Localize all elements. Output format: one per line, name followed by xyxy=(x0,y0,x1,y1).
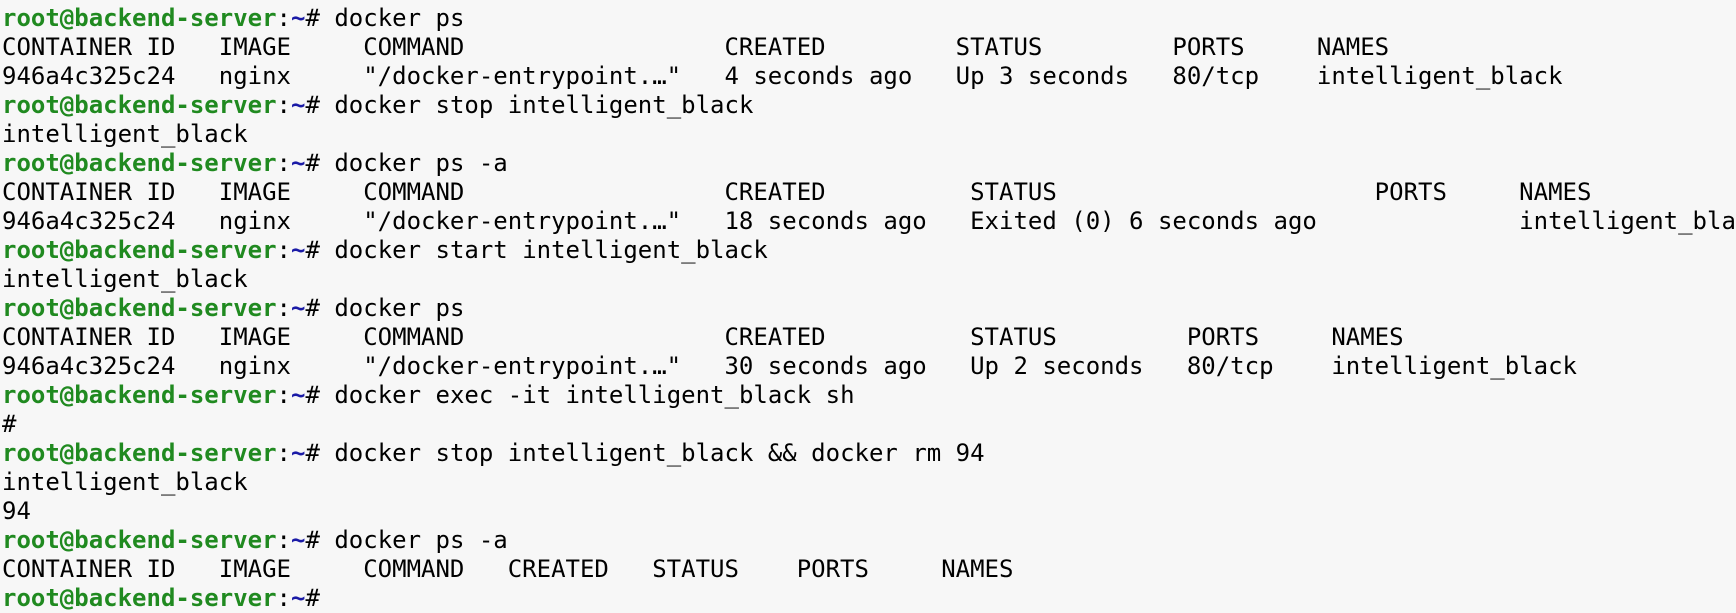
output-text: CONTAINER ID IMAGE COMMAND CREATED STATU… xyxy=(2,33,1390,61)
prompt-user-host: root@backend-server xyxy=(2,4,277,32)
prompt-symbol: # xyxy=(305,584,335,612)
prompt-user-host: root@backend-server xyxy=(2,439,277,467)
output-text: CONTAINER ID IMAGE COMMAND CREATED STATU… xyxy=(2,555,1014,583)
command-text: docker stop intelligent_black xyxy=(334,91,754,119)
prompt-symbol: # xyxy=(305,526,335,554)
prompt-separator: : xyxy=(276,526,291,554)
output-line: CONTAINER ID IMAGE COMMAND CREATED STATU… xyxy=(2,323,1736,352)
prompt-separator: : xyxy=(276,149,291,177)
prompt-path: ~ xyxy=(291,4,306,32)
output-text: intelligent_black xyxy=(2,468,248,496)
command-text: docker start intelligent_black xyxy=(334,236,768,264)
prompt-line: root@backend-server:~# docker ps xyxy=(2,4,1736,33)
output-text: 946a4c325c24 nginx "/docker-entrypoint.…… xyxy=(2,352,1577,380)
prompt-symbol: # xyxy=(305,236,335,264)
prompt-user-host: root@backend-server xyxy=(2,236,277,264)
prompt-line: root@backend-server:~# docker exec -it i… xyxy=(2,381,1736,410)
prompt-line: root@backend-server:~# docker ps -a xyxy=(2,149,1736,178)
command-text: docker exec -it intelligent_black sh xyxy=(334,381,855,409)
prompt-symbol: # xyxy=(305,91,335,119)
prompt-line: root@backend-server:~# docker start inte… xyxy=(2,236,1736,265)
prompt-user-host: root@backend-server xyxy=(2,381,277,409)
command-text: docker ps xyxy=(334,4,465,32)
prompt-path: ~ xyxy=(291,584,306,612)
prompt-line: root@backend-server:~# xyxy=(2,584,1736,613)
output-line: CONTAINER ID IMAGE COMMAND CREATED STATU… xyxy=(2,555,1736,584)
terminal-window[interactable]: root@backend-server:~# docker ps CONTAINE… xyxy=(0,0,1736,613)
output-line: intelligent_black xyxy=(2,265,1736,294)
output-line: 946a4c325c24 nginx "/docker-entrypoint.…… xyxy=(2,352,1736,381)
prompt-separator: : xyxy=(276,4,291,32)
prompt-separator: : xyxy=(276,294,291,322)
prompt-user-host: root@backend-server xyxy=(2,91,277,119)
prompt-separator: : xyxy=(276,381,291,409)
prompt-line: root@backend-server:~# docker stop intel… xyxy=(2,91,1736,120)
prompt-separator: : xyxy=(276,439,291,467)
output-text: 94 xyxy=(2,497,31,525)
prompt-path: ~ xyxy=(291,294,306,322)
prompt-line: root@backend-server:~# docker ps -a xyxy=(2,526,1736,555)
output-line: CONTAINER ID IMAGE COMMAND CREATED STATU… xyxy=(2,178,1736,207)
prompt-separator: : xyxy=(276,91,291,119)
output-text: intelligent_black xyxy=(2,265,248,293)
output-text: 946a4c325c24 nginx "/docker-entrypoint.…… xyxy=(2,207,1736,235)
prompt-path: ~ xyxy=(291,236,306,264)
prompt-path: ~ xyxy=(291,149,306,177)
command-text: docker ps xyxy=(334,294,465,322)
output-line: intelligent_black xyxy=(2,120,1736,149)
prompt-separator: : xyxy=(276,236,291,264)
output-text: CONTAINER ID IMAGE COMMAND CREATED STATU… xyxy=(2,178,1592,206)
prompt-line: root@backend-server:~# docker ps xyxy=(2,294,1736,323)
prompt-separator: : xyxy=(276,584,291,612)
command-text: docker stop intelligent_black && docker … xyxy=(334,439,985,467)
prompt-symbol: # xyxy=(305,294,335,322)
prompt-user-host: root@backend-server xyxy=(2,149,277,177)
output-text: 946a4c325c24 nginx "/docker-entrypoint.…… xyxy=(2,62,1563,90)
command-text: docker ps -a xyxy=(334,526,508,554)
prompt-symbol: # xyxy=(305,381,335,409)
output-line: 946a4c325c24 nginx "/docker-entrypoint.…… xyxy=(2,207,1736,236)
prompt-symbol: # xyxy=(305,149,335,177)
prompt-line: root@backend-server:~# docker stop intel… xyxy=(2,439,1736,468)
output-line: CONTAINER ID IMAGE COMMAND CREATED STATU… xyxy=(2,33,1736,62)
command-text: docker ps -a xyxy=(334,149,508,177)
output-line: 94 xyxy=(2,497,1736,526)
prompt-user-host: root@backend-server xyxy=(2,584,277,612)
prompt-path: ~ xyxy=(291,526,306,554)
prompt-user-host: root@backend-server xyxy=(2,294,277,322)
prompt-path: ~ xyxy=(291,439,306,467)
prompt-symbol: # xyxy=(305,439,335,467)
output-line: # xyxy=(2,410,1736,439)
output-text: # xyxy=(2,410,17,438)
output-text: CONTAINER ID IMAGE COMMAND CREATED STATU… xyxy=(2,323,1404,351)
prompt-symbol: # xyxy=(305,4,335,32)
output-line: 946a4c325c24 nginx "/docker-entrypoint.…… xyxy=(2,62,1736,91)
prompt-user-host: root@backend-server xyxy=(2,526,277,554)
prompt-path: ~ xyxy=(291,91,306,119)
output-line: intelligent_black xyxy=(2,468,1736,497)
output-text: intelligent_black xyxy=(2,120,248,148)
prompt-path: ~ xyxy=(291,381,306,409)
